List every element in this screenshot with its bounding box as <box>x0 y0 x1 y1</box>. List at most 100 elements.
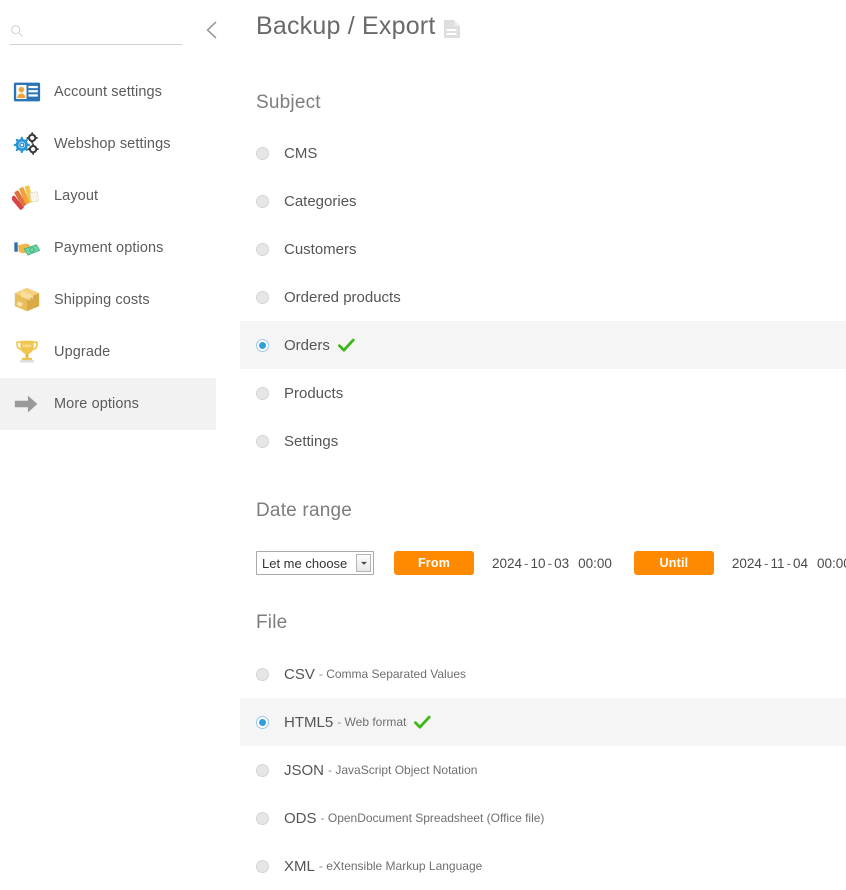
sidebar: Account settings Webshop settings Layout… <box>0 0 240 890</box>
from-date-value[interactable]: 2024 - 10 - 03 00:00 <box>492 556 612 571</box>
desc-dash: - <box>328 763 333 777</box>
checkmark-icon <box>337 338 355 353</box>
option-label: Ordered products <box>284 288 401 306</box>
color-swatches-icon <box>10 179 44 213</box>
document-icon <box>443 17 461 38</box>
arrow-right-icon <box>10 387 44 421</box>
date-separator: - <box>524 555 529 571</box>
option-description: - eXtensible Markup Language <box>319 859 482 873</box>
chevron-down-icon[interactable] <box>356 554 371 572</box>
sidebar-item-account-settings[interactable]: Account settings <box>0 66 216 118</box>
sidebar-collapse-button[interactable] <box>196 16 228 48</box>
from-month[interactable]: 10 <box>531 556 546 571</box>
until-date-value[interactable]: 2024 - 11 - 04 00:00 <box>732 556 846 571</box>
chevron-left-icon <box>200 18 224 47</box>
option-label: Settings <box>284 432 339 450</box>
radio-icon[interactable] <box>256 667 269 681</box>
search-field-wrapper[interactable] <box>10 17 182 45</box>
sidebar-item-label: Layout <box>54 188 99 204</box>
radio-icon[interactable] <box>256 386 269 400</box>
desc-dash: - <box>318 667 323 681</box>
page-title: Backup / Export <box>256 12 461 41</box>
desc-dash: - <box>337 715 342 729</box>
desc-text: eXtensible Markup Language <box>326 859 483 873</box>
subject-option-settings[interactable]: Settings <box>240 417 846 465</box>
date-separator: - <box>763 555 769 571</box>
until-year[interactable]: 2024 <box>732 556 762 571</box>
file-option-html5[interactable]: HTML5 - Web format <box>240 698 846 746</box>
option-label: JSON <box>284 761 325 779</box>
from-year[interactable]: 2024 <box>492 556 522 571</box>
from-time[interactable]: 00:00 <box>578 556 612 571</box>
radio-icon[interactable] <box>256 859 269 873</box>
option-description: - OpenDocument Spreadsheet (Office file) <box>321 811 545 825</box>
radio-icon[interactable] <box>256 194 269 208</box>
radio-icon[interactable] <box>256 242 269 256</box>
backup-export-page: Account settings Webshop settings Layout… <box>0 0 846 890</box>
subject-option-orders[interactable]: Orders <box>240 321 846 369</box>
option-label: Products <box>284 384 344 402</box>
subject-option-categories[interactable]: Categories <box>240 177 846 225</box>
package-box-icon <box>10 283 44 317</box>
radio-icon[interactable] <box>256 811 269 825</box>
option-label: XML <box>284 857 315 875</box>
trophy-icon <box>10 335 44 369</box>
from-day[interactable]: 03 <box>554 556 569 571</box>
date-separator: - <box>786 555 791 571</box>
checkmark-icon <box>414 715 431 730</box>
subject-option-cms[interactable]: CMS <box>240 129 846 177</box>
radio-icon[interactable] <box>256 715 269 729</box>
from-button[interactable]: From <box>394 551 474 575</box>
option-label: Orders <box>284 336 330 354</box>
option-label: Customers <box>284 240 357 258</box>
date-range-controls: Let me choose From 2024 - 10 - 03 00:00 … <box>256 550 846 576</box>
option-label: CSV <box>284 665 315 683</box>
id-card-icon <box>10 75 44 109</box>
page-title-text: Backup / Export <box>256 12 436 40</box>
option-label: Categories <box>284 192 357 210</box>
sidebar-item-payment-options[interactable]: Payment options <box>0 222 216 274</box>
file-option-list: CSV - Comma Separated Values HTML5 - Web… <box>240 650 846 890</box>
sidebar-item-shipping-costs[interactable]: Shipping costs <box>0 274 216 326</box>
file-heading: File <box>256 612 288 633</box>
option-label: ODS <box>284 809 317 827</box>
date-preset-select[interactable]: Let me choose <box>256 551 374 575</box>
gears-icon <box>10 127 44 161</box>
sidebar-item-label: Shipping costs <box>54 292 150 308</box>
sidebar-item-more-options[interactable]: More options <box>0 378 216 430</box>
desc-text: Web format <box>344 715 407 729</box>
subject-option-ordered-products[interactable]: Ordered products <box>240 273 846 321</box>
file-option-csv[interactable]: CSV - Comma Separated Values <box>240 650 846 698</box>
subject-option-customers[interactable]: Customers <box>240 225 846 273</box>
until-month[interactable]: 11 <box>770 556 784 571</box>
sidebar-item-label: Webshop settings <box>54 136 171 152</box>
date-separator: - <box>547 555 553 571</box>
radio-icon[interactable] <box>256 338 269 352</box>
money-hand-icon <box>10 231 44 265</box>
radio-icon[interactable] <box>256 146 269 160</box>
desc-text: Comma Separated Values <box>326 667 467 681</box>
until-button[interactable]: Until <box>633 551 714 575</box>
search-icon <box>10 24 24 38</box>
desc-dash: - <box>320 811 325 825</box>
file-option-json[interactable]: JSON - JavaScript Object Notation <box>240 746 846 794</box>
option-description: - JavaScript Object Notation <box>328 763 477 777</box>
radio-icon[interactable] <box>256 763 269 777</box>
sidebar-item-upgrade[interactable]: Upgrade <box>0 326 216 378</box>
search-input[interactable] <box>30 20 176 41</box>
file-option-xml[interactable]: XML - eXtensible Markup Language <box>240 842 846 890</box>
option-description: - Comma Separated Values <box>319 667 466 681</box>
sidebar-item-layout[interactable]: Layout <box>0 170 216 222</box>
subject-option-list: CMS Categories Customers Ordered product… <box>240 129 846 465</box>
desc-text: JavaScript Object Notation <box>335 763 478 777</box>
radio-icon[interactable] <box>256 290 269 304</box>
file-option-ods[interactable]: ODS - OpenDocument Spreadsheet (Office f… <box>240 794 846 842</box>
option-label: CMS <box>284 144 318 162</box>
until-time[interactable]: 00:00 <box>817 556 846 571</box>
main-content: Backup / Export Subject CMS Categories C… <box>240 0 846 890</box>
radio-icon[interactable] <box>256 434 269 448</box>
option-description: - Web format <box>337 715 406 729</box>
subject-option-products[interactable]: Products <box>240 369 846 417</box>
sidebar-item-webshop-settings[interactable]: Webshop settings <box>0 118 216 170</box>
until-day[interactable]: 04 <box>793 556 808 571</box>
